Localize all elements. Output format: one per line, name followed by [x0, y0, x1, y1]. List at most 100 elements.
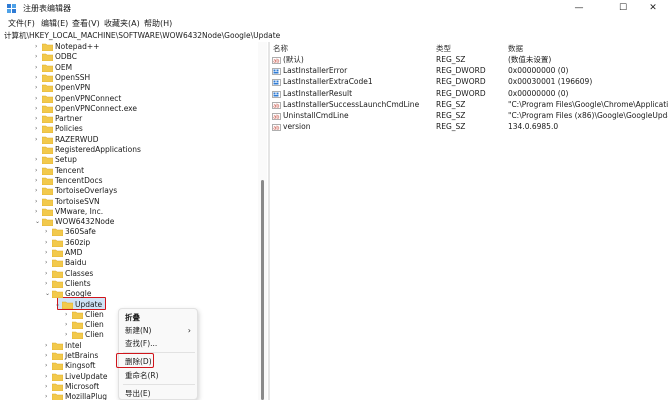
collapsed-chevron-icon[interactable]: › — [35, 52, 41, 62]
value-type: REG_SZ — [436, 99, 466, 109]
collapsed-chevron-icon[interactable]: › — [35, 124, 41, 134]
folder-icon — [42, 95, 53, 103]
binary-value-icon — [272, 78, 281, 87]
values-list-pane[interactable]: 名称 类型 数据 ab (默认) REG_SZ (数值未设置) LastInstalle… — [270, 42, 668, 400]
value-row[interactable]: LastInstallerResult REG_DWORD 0x00000000 (… — [270, 88, 668, 99]
value-row[interactable]: LastInstallerExtraCode1 REG_DWORD 0x000300… — [270, 76, 668, 87]
collapsed-chevron-icon[interactable]: › — [35, 135, 41, 145]
rename-label: 重命名(R) — [125, 371, 159, 380]
value-data: "C:\Program Files (x86)\Google\GoogleUpd… — [508, 111, 668, 120]
value-data: (数值未设置) — [508, 55, 552, 64]
value-row[interactable]: ab LastInstallerSuccessLaunchCmdLine REG_S… — [270, 99, 668, 110]
value-row[interactable]: ab version REG_SZ 134.0.6985.0 — [270, 121, 668, 132]
folder-icon — [42, 208, 53, 216]
collapsed-chevron-icon[interactable]: › — [35, 176, 41, 186]
value-data: 134.0.6985.0 — [508, 122, 559, 132]
context-menu-export[interactable]: 导出(E) — [125, 388, 193, 400]
collapsed-chevron-icon[interactable]: › — [35, 83, 41, 93]
collapsed-chevron-icon[interactable]: › — [35, 114, 41, 124]
collapsed-chevron-icon[interactable]: › — [65, 320, 71, 330]
context-menu-find[interactable]: 查找(F)... — [125, 338, 193, 350]
collapsed-chevron-icon[interactable]: › — [35, 94, 41, 104]
value-name: (默认) — [283, 55, 304, 64]
collapsed-chevron-icon[interactable]: › — [45, 351, 51, 361]
svg-text:ab: ab — [273, 115, 279, 120]
submenu-chevron-icon: › — [187, 326, 191, 335]
value-type: REG_DWORD — [436, 77, 486, 87]
expanded-chevron-icon[interactable]: ⌄ — [45, 289, 51, 299]
tree-node-label: OEM — [55, 62, 73, 72]
collapsed-chevron-icon[interactable]: › — [35, 63, 41, 73]
collapsed-chevron-icon[interactable]: › — [45, 372, 51, 382]
folder-icon — [52, 393, 63, 400]
folder-icon — [52, 249, 63, 257]
column-header-data[interactable]: 数据 — [508, 43, 523, 54]
collapsed-chevron-icon[interactable]: › — [45, 269, 51, 279]
maximize-button[interactable]: ☐ — [608, 0, 638, 17]
collapsed-chevron-icon[interactable]: › — [45, 341, 51, 351]
menu-favorites[interactable]: 收藏夹(A) — [104, 18, 140, 29]
folder-icon — [42, 74, 53, 82]
menu-view[interactable]: 查看(V) — [72, 18, 100, 29]
minimize-button[interactable]: — — [564, 0, 594, 17]
tree-node-label: VMware, Inc. — [55, 206, 104, 216]
collapsed-chevron-icon[interactable]: › — [35, 197, 41, 207]
column-header-type[interactable]: 类型 — [436, 43, 451, 54]
value-row[interactable]: ab UninstallCmdLine REG_SZ "C:\Program File… — [270, 110, 668, 121]
expanded-chevron-icon[interactable]: ⌄ — [55, 300, 61, 310]
menu-edit[interactable]: 编辑(E) — [41, 18, 68, 29]
folder-icon — [42, 115, 53, 124]
collapsed-chevron-icon[interactable]: › — [45, 392, 51, 400]
value-row[interactable]: LastInstallerError REG_DWORD 0x00000000 (0… — [270, 65, 668, 76]
collapsed-chevron-icon[interactable]: › — [65, 330, 71, 340]
collapsed-chevron-icon[interactable]: › — [35, 155, 41, 165]
tree-node-label: 360zip — [65, 237, 91, 247]
collapsed-chevron-icon[interactable]: › — [35, 42, 41, 52]
close-button[interactable]: ✕ — [638, 0, 668, 17]
column-header-name[interactable]: 名称 — [273, 43, 288, 54]
value-type: REG_SZ — [436, 122, 466, 132]
collapsed-chevron-icon[interactable]: › — [35, 73, 41, 83]
value-type: REG_SZ — [436, 111, 466, 120]
folder-icon — [52, 352, 63, 360]
tree-node-label: OpenVPN — [55, 83, 91, 93]
title-bar: 注册表编辑器 — ☐ ✕ — [0, 0, 668, 17]
expanded-chevron-icon[interactable]: ⌄ — [35, 217, 41, 227]
tree-node-label: WOW6432Node — [55, 217, 115, 227]
context-menu-separator — [123, 384, 195, 385]
value-name: LastInstallerExtraCode1 — [283, 77, 373, 87]
address-bar[interactable]: 计算机\HKEY_LOCAL_MACHINE\SOFTWARE\WOW6432N… — [0, 31, 668, 42]
collapsed-chevron-icon[interactable]: › — [45, 238, 51, 248]
collapsed-chevron-icon[interactable]: › — [45, 361, 51, 371]
folder-icon — [62, 301, 73, 309]
folder-icon — [42, 136, 53, 144]
context-menu-rename[interactable]: 重命名(R) — [125, 370, 193, 382]
tree-node-label: Intel — [65, 340, 82, 350]
binary-value-icon — [272, 67, 281, 75]
collapsed-chevron-icon[interactable]: › — [45, 279, 51, 289]
collapsed-chevron-icon[interactable]: › — [35, 186, 41, 196]
value-row[interactable]: ab (默认) REG_SZ (数值未设置) — [270, 54, 668, 65]
menu-file[interactable]: 文件(F) — [8, 18, 35, 29]
context-menu-new[interactable]: 新建(N) › — [125, 325, 193, 337]
value-data: 0x00030001 (196609) — [508, 77, 593, 87]
collapsed-chevron-icon[interactable]: › — [45, 258, 51, 268]
tree-node-label: ODBC — [55, 52, 77, 62]
new-label: 新建(N) — [125, 326, 152, 335]
menu-help[interactable]: 帮助(H) — [144, 18, 172, 29]
tree-node-label: Setup — [55, 155, 77, 165]
tree-node-label: Policies — [55, 124, 83, 134]
tree-node-label: Classes — [65, 268, 94, 278]
collapsed-chevron-icon[interactable]: › — [45, 227, 51, 237]
tree-scroll-thumb[interactable] — [261, 180, 264, 400]
collapsed-chevron-icon[interactable]: › — [45, 248, 51, 258]
collapsed-chevron-icon[interactable]: › — [35, 104, 41, 114]
collapsed-chevron-icon[interactable]: › — [35, 166, 41, 176]
collapsed-chevron-icon[interactable]: › — [45, 382, 51, 392]
folder-icon — [72, 321, 83, 330]
folder-icon — [52, 280, 63, 288]
tree-node-label: LiveUpdate — [65, 371, 108, 381]
collapsed-chevron-icon[interactable]: › — [65, 310, 71, 320]
collapsed-chevron-icon[interactable]: › — [35, 207, 41, 217]
context-menu-collapse[interactable]: 折叠 — [125, 312, 193, 324]
